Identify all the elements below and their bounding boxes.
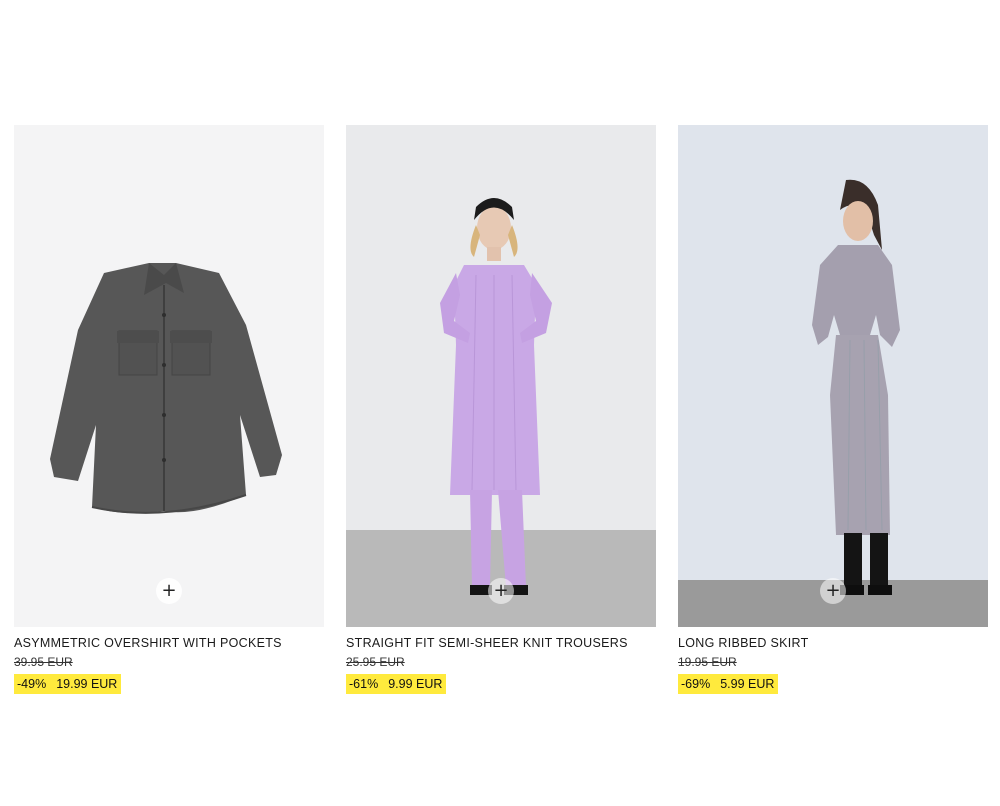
sale-price-badge: -69% 5.99 EUR [678,674,779,694]
sale-price: 9.99 EUR [388,677,443,691]
sale-price-badge: -49% 19.99 EUR [14,674,122,694]
overshirt-illustration [14,125,324,627]
sale-price-badge: -61% 9.99 EUR [346,674,447,694]
product-name[interactable]: LONG RIBBED SKIRT [678,636,988,650]
product-card[interactable]: + STRAIGHT FIT SEMI-SHEER KNIT TROUSERS … [346,125,656,694]
product-image[interactable]: + [346,125,656,627]
discount-percent: -69% [681,677,711,691]
product-card[interactable]: + LONG RIBBED SKIRT 19.95 EUR -69% 5.99 E… [678,125,988,694]
original-price: 19.95 EUR [678,655,737,669]
ribbed-set-illustration [678,125,988,627]
sale-price: 5.99 EUR [720,677,775,691]
product-name[interactable]: STRAIGHT FIT SEMI-SHEER KNIT TROUSERS [346,636,656,650]
original-price: 39.95 EUR [14,655,73,669]
add-to-cart-button[interactable]: + [820,578,846,604]
lilac-outfit-illustration [346,125,656,627]
product-image[interactable]: + [678,125,988,627]
product-grid: + ASYMMETRIC OVERSHIRT WITH POCKETS 39.9… [14,125,988,705]
discount-percent: -49% [17,677,47,691]
product-image[interactable]: + [14,125,324,627]
original-price: 25.95 EUR [346,655,405,669]
discount-percent: -61% [349,677,379,691]
sale-price: 19.99 EUR [56,677,118,691]
add-to-cart-button[interactable]: + [488,578,514,604]
add-to-cart-button[interactable]: + [156,578,182,604]
product-card[interactable]: + ASYMMETRIC OVERSHIRT WITH POCKETS 39.9… [14,125,324,694]
product-name[interactable]: ASYMMETRIC OVERSHIRT WITH POCKETS [14,636,324,650]
